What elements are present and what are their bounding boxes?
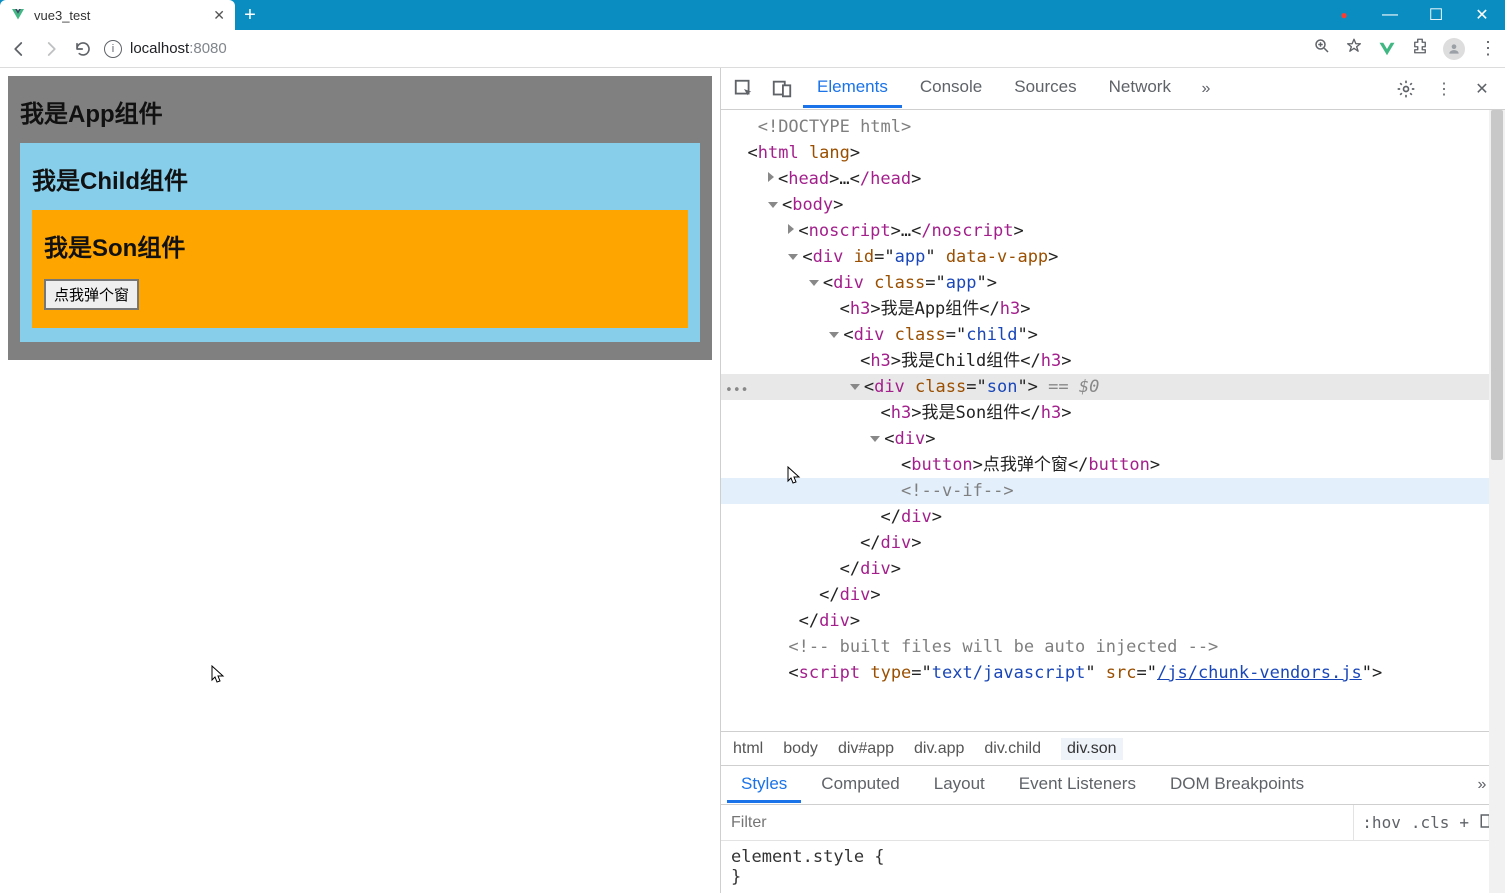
devtools-menu-icon[interactable]: ⋮ (1427, 72, 1461, 106)
styles-tabbar: Styles Computed Layout Event Listeners D… (721, 765, 1505, 805)
settings-gear-icon[interactable] (1389, 72, 1423, 106)
url-field[interactable]: i localhost:8080 (104, 40, 1303, 58)
collapse-icon[interactable] (768, 202, 778, 208)
hov-toggle[interactable]: :hov (1362, 813, 1401, 832)
new-tab-button[interactable]: + (235, 0, 265, 30)
tab-dom-breakpoints[interactable]: DOM Breakpoints (1156, 768, 1318, 803)
crumb-div-app-id[interactable]: div#app (838, 740, 894, 758)
styles-filter-input[interactable] (721, 810, 1353, 836)
selected-dom-node[interactable]: ••• <div class="son"> == $0 (721, 374, 1505, 400)
tab-console[interactable]: Console (906, 69, 996, 108)
crumb-div-child[interactable]: div.child (984, 740, 1041, 758)
tab-computed[interactable]: Computed (807, 768, 913, 803)
url-host: localhost (130, 40, 189, 57)
window-controls: ● — ☐ ✕ (1321, 0, 1505, 30)
styles-body[interactable]: element.style { } (721, 841, 1505, 893)
scrollbar-thumb[interactable] (1491, 110, 1503, 460)
devtools-scrollbar[interactable] (1489, 110, 1505, 893)
browser-titlebar: vue3_test ✕ + ● — ☐ ✕ (0, 0, 1505, 30)
minimize-button[interactable]: — (1367, 0, 1413, 30)
collapse-icon[interactable] (870, 436, 880, 442)
close-devtools-icon[interactable]: ✕ (1465, 72, 1499, 106)
inspect-element-icon[interactable] (727, 72, 761, 106)
crumb-body[interactable]: body (783, 740, 818, 758)
rendered-page: 我是App组件 我是Child组件 我是Son组件 点我弹个窗 (0, 68, 720, 893)
back-button[interactable] (8, 38, 30, 60)
record-icon[interactable]: ● (1321, 0, 1367, 30)
close-window-button[interactable]: ✕ (1459, 0, 1505, 30)
tab-event-listeners[interactable]: Event Listeners (1005, 768, 1150, 803)
cls-toggle[interactable]: .cls (1411, 813, 1450, 832)
crumb-div-son[interactable]: div.son (1061, 738, 1123, 760)
vue-favicon-icon (10, 7, 26, 23)
styles-filter-row: :hov .cls + (721, 805, 1505, 841)
mouse-cursor-icon (211, 665, 225, 685)
bookmark-star-icon[interactable] (1345, 37, 1363, 60)
devtools-panel: Elements Console Sources Network » ⋮ ✕ <… (720, 68, 1505, 893)
popup-button[interactable]: 点我弹个窗 (44, 279, 139, 310)
crumb-html[interactable]: html (733, 740, 763, 758)
device-toolbar-icon[interactable] (765, 72, 799, 106)
tab-elements[interactable]: Elements (803, 69, 902, 108)
profile-avatar[interactable] (1443, 38, 1465, 60)
zoom-icon[interactable] (1313, 37, 1331, 60)
new-style-rule-icon[interactable]: + (1459, 813, 1469, 832)
element-style-close: } (731, 867, 1495, 887)
tab-title: vue3_test (34, 8, 205, 23)
tab-layout[interactable]: Layout (920, 768, 999, 803)
dom-tree[interactable]: <!DOCTYPE html> <html lang> <head>…</hea… (721, 110, 1505, 731)
app-heading: 我是App组件 (20, 94, 700, 129)
collapse-icon[interactable] (809, 280, 819, 286)
site-info-icon[interactable]: i (104, 40, 122, 58)
element-style-open: element.style { (731, 847, 1495, 867)
url-port: :8080 (189, 40, 227, 57)
maximize-button[interactable]: ☐ (1413, 0, 1459, 30)
child-heading: 我是Child组件 (32, 161, 688, 196)
vue-extension-icon[interactable] (1377, 39, 1397, 59)
extensions-icon[interactable] (1411, 37, 1429, 60)
browser-tab[interactable]: vue3_test ✕ (0, 0, 235, 30)
son-heading: 我是Son组件 (44, 228, 676, 263)
expand-icon[interactable] (768, 172, 774, 182)
son-component: 我是Son组件 点我弹个窗 (32, 210, 688, 328)
tab-styles[interactable]: Styles (727, 768, 801, 803)
devtools-tabbar: Elements Console Sources Network » ⋮ ✕ (721, 68, 1505, 110)
child-component: 我是Child组件 我是Son组件 点我弹个窗 (20, 143, 700, 342)
app-component: 我是App组件 我是Child组件 我是Son组件 点我弹个窗 (8, 76, 712, 360)
expand-icon[interactable] (788, 224, 794, 234)
tab-network[interactable]: Network (1095, 69, 1185, 108)
forward-button[interactable] (40, 38, 62, 60)
tab-sources[interactable]: Sources (1000, 69, 1090, 108)
close-tab-icon[interactable]: ✕ (213, 7, 225, 24)
reload-button[interactable] (72, 38, 94, 60)
address-bar: i localhost:8080 ⋮ (0, 30, 1505, 68)
dom-breadcrumb[interactable]: html body div#app div.app div.child div.… (721, 731, 1505, 765)
browser-menu-icon[interactable]: ⋮ (1479, 38, 1497, 59)
hovered-dom-node[interactable]: <!--v-if--> (721, 478, 1505, 504)
collapse-icon[interactable] (850, 384, 860, 390)
collapse-icon[interactable] (829, 332, 839, 338)
more-tabs-icon[interactable]: » (1189, 72, 1223, 106)
crumb-div-app[interactable]: div.app (914, 740, 964, 758)
collapse-icon[interactable] (788, 254, 798, 260)
